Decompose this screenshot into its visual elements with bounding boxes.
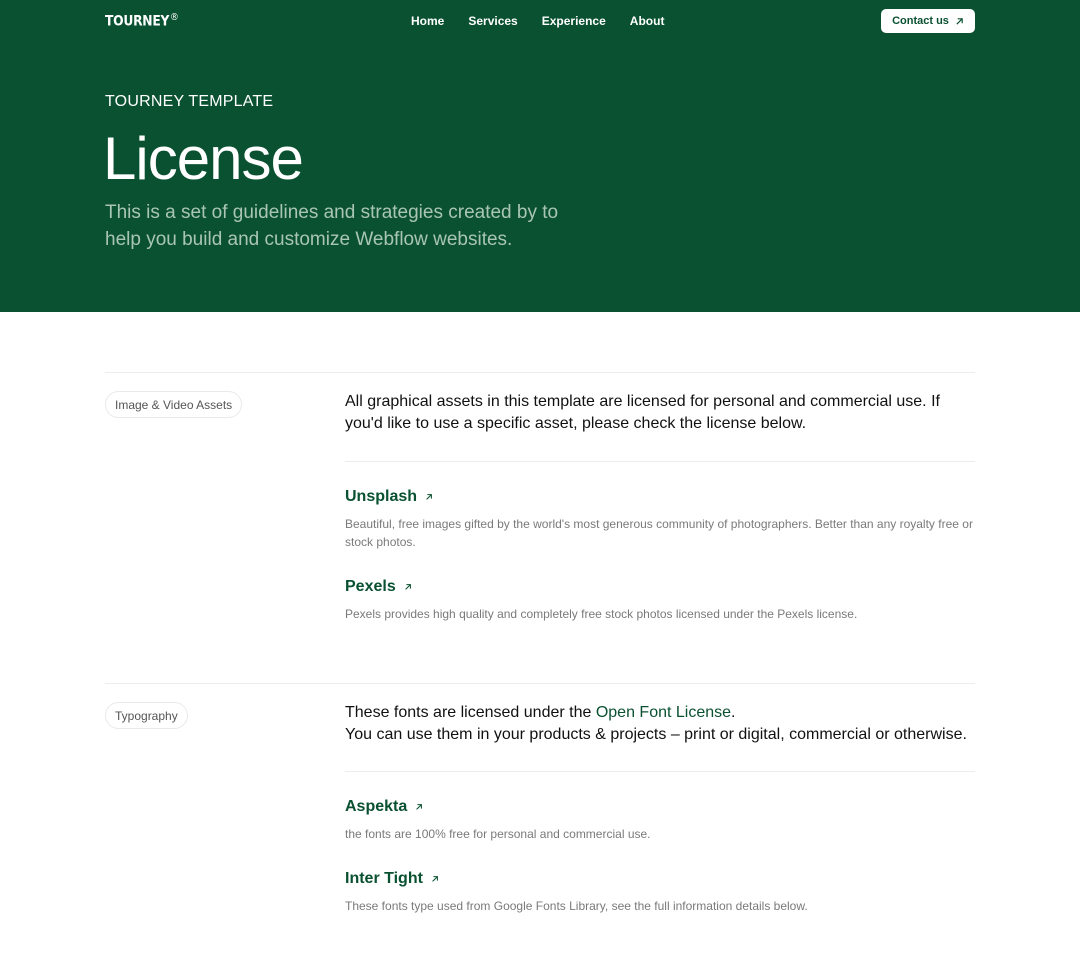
inter-tight-description: These fonts type used from Google Fonts …: [345, 899, 808, 913]
arrow-up-right-icon: [426, 494, 432, 500]
typography-section: Typography These fonts are licensed unde…: [105, 683, 975, 975]
license-item-unsplash: Unsplash Beautiful, free images gifted b…: [345, 488, 975, 551]
arrow-up-right-icon: [432, 876, 438, 882]
top-nav: TOURNEY® Home Services Experience About …: [0, 0, 1080, 42]
nav-experience[interactable]: Experience: [542, 14, 606, 28]
hero-eyebrow: TOURNEY TEMPLATE: [105, 93, 274, 110]
divider: [345, 461, 975, 462]
inter-tight-link[interactable]: Inter Tight: [345, 870, 439, 888]
unsplash-link[interactable]: Unsplash: [345, 488, 433, 506]
pexels-link[interactable]: Pexels: [345, 578, 412, 596]
divider: [345, 771, 975, 772]
hero-section: TOURNEY® Home Services Experience About …: [0, 0, 1080, 312]
assets-tag: Image & Video Assets: [105, 391, 243, 418]
license-item-pexels: Pexels Pexels provides high quality and …: [345, 578, 975, 623]
unsplash-description: Beautiful, free images gifted by the wor…: [345, 517, 973, 549]
arrow-up-right-icon: [956, 17, 963, 25]
license-item-inter-tight: Inter Tight These fonts type used from G…: [345, 870, 975, 915]
nav-about[interactable]: About: [630, 14, 665, 28]
pexels-description: Pexels provides high quality and complet…: [345, 607, 858, 621]
typography-tag: Typography: [105, 702, 188, 729]
contact-us-label: Contact us: [892, 15, 949, 27]
nav-services[interactable]: Services: [468, 14, 517, 28]
page-title: License: [103, 125, 304, 192]
arrow-up-right-icon: [416, 804, 423, 810]
typography-intro: These fonts are licensed under the Open …: [345, 704, 967, 743]
registered-mark: ®: [170, 12, 179, 23]
nav-links: Home Services Experience About: [411, 14, 664, 28]
logo[interactable]: TOURNEY®: [105, 12, 179, 30]
hero-subtitle: This is a set of guidelines and strategi…: [105, 202, 559, 250]
aspekta-description: the fonts are 100% free for personal and…: [345, 827, 651, 841]
nav-home[interactable]: Home: [411, 14, 444, 28]
arrow-up-right-icon: [404, 584, 411, 590]
aspekta-link[interactable]: Aspekta: [345, 798, 423, 816]
license-item-aspekta: Aspekta the fonts are 100% free for pers…: [345, 798, 975, 843]
assets-intro: All graphical assets in this template ar…: [345, 393, 940, 432]
open-font-license-link[interactable]: Open Font License: [596, 704, 731, 721]
assets-section: Image & Video Assets All graphical asset…: [105, 372, 975, 683]
contact-us-button[interactable]: Contact us: [881, 9, 975, 33]
